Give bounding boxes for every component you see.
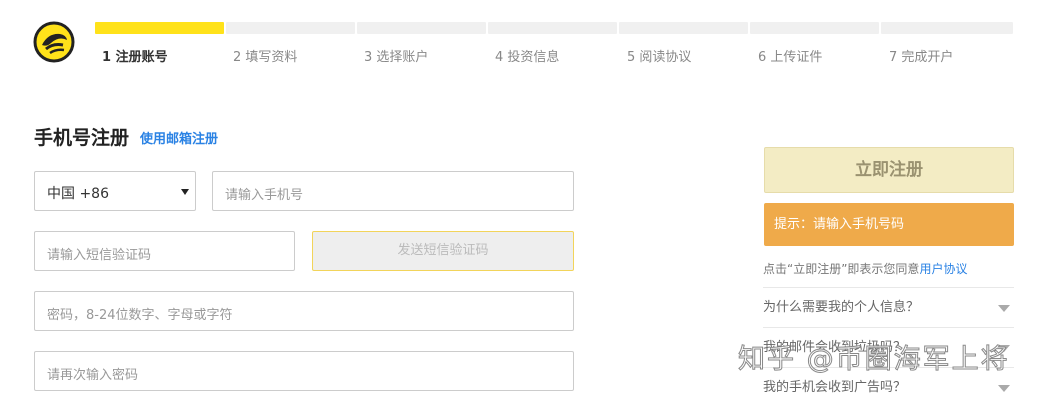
expand-arrow-icon [998, 385, 1010, 392]
faq-question: 我的手机会收到广告吗？ [763, 380, 907, 395]
agreement-prefix: 点击“立即注册”即表示您同意 [763, 262, 920, 276]
progress-segment-4 [488, 22, 617, 34]
send-sms-code-button[interactable]: 发送短信验证码 [312, 231, 574, 271]
register-button[interactable]: 立即注册 [764, 147, 1014, 193]
sms-code-input[interactable]: 请输入短信验证码 [34, 231, 295, 271]
step-label-6: 6 上传证件 [758, 50, 823, 65]
step-label-7: 7 完成开户 [889, 50, 954, 65]
progress-segment-3 [357, 22, 486, 34]
phone-input[interactable]: 请输入手机号 [212, 171, 574, 211]
step-label-3: 3 选择账户 [364, 50, 429, 65]
step-label-4: 4 投资信息 [495, 50, 560, 65]
faq-question: 我的邮件会收到垃圾吗？ [763, 340, 907, 355]
country-code-value: 中国 +86 [47, 186, 109, 202]
password-input[interactable]: 密码，8-24位数字、字母或字符 [34, 291, 574, 331]
email-register-link[interactable]: 使用邮箱注册 [140, 128, 218, 147]
faq-question: 为什么需要我的个人信息？ [763, 300, 920, 315]
country-code-select[interactable]: 中国 +86 [34, 171, 196, 211]
progress-segment-2 [226, 22, 355, 34]
progress-segment-6 [750, 22, 879, 34]
expand-arrow-icon [998, 305, 1010, 312]
faq-item[interactable]: 为什么需要我的个人信息？ [763, 287, 1014, 327]
caret-down-icon [181, 189, 189, 195]
password-placeholder: 密码，8-24位数字、字母或字符 [47, 308, 233, 323]
step-label-2: 2 填写资料 [233, 50, 298, 65]
progress-segment-7 [881, 22, 1013, 34]
step-label-5: 5 阅读协议 [627, 50, 692, 65]
password-confirm-placeholder: 请再次输入密码 [47, 368, 139, 383]
faq-item[interactable]: 我的邮件会收到垃圾吗？ [763, 327, 1014, 367]
progress-segment-1 [95, 22, 224, 34]
progress-bar [95, 22, 1013, 34]
coin-logo-icon [33, 21, 75, 63]
phone-placeholder: 请输入手机号 [225, 188, 304, 203]
password-confirm-input[interactable]: 请再次输入密码 [34, 351, 574, 391]
progress-segment-5 [619, 22, 748, 34]
brand-logo [33, 21, 75, 63]
agreement-text: 点击“立即注册”即表示您同意用户协议 [763, 260, 967, 277]
expand-arrow-icon [998, 345, 1010, 352]
user-agreement-link[interactable]: 用户协议 [919, 262, 967, 276]
sms-code-placeholder: 请输入短信验证码 [47, 248, 152, 263]
faq-item[interactable]: 我的手机会收到广告吗？ [763, 367, 1014, 407]
hint-banner: 提示：请输入手机号码 [764, 203, 1014, 246]
page-title: 手机号注册 [34, 127, 130, 149]
step-label-1: 1 注册账号 [102, 50, 168, 65]
